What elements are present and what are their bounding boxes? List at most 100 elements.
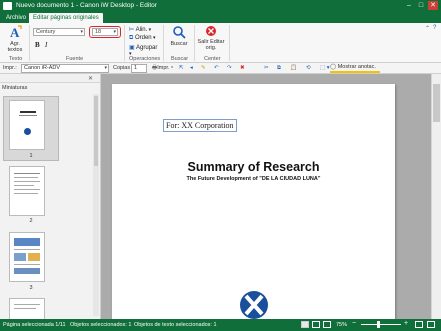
vertical-scrollbar[interactable] [431, 74, 441, 319]
tab-editar-paginas[interactable]: Editar páginas originales [29, 13, 103, 23]
align-button[interactable]: ⊨ Alin. ▾ [129, 26, 159, 33]
cut-icon[interactable]: ✂ [264, 64, 269, 73]
company-logo [240, 291, 268, 319]
document-page: For: XX Corporation Summary of Research … [112, 84, 395, 331]
copies-label: Copias [113, 65, 131, 71]
page-number-1: 1 [29, 153, 33, 159]
view-mode-3-icon[interactable] [323, 321, 331, 328]
copies-stepper[interactable]: 1 [131, 64, 147, 73]
sidebar-scrollbar[interactable] [93, 94, 99, 316]
paste-icon[interactable]: 📋 [290, 64, 297, 73]
for-text-box[interactable]: For: XX Corporation [163, 119, 237, 132]
thumb-image [14, 238, 40, 246]
exit-edit-label: Salir Editar orig. [197, 39, 225, 51]
annotation-icon: ◯ [330, 64, 337, 70]
document-subheading: The Future Development of "DE LA CIUDAD … [186, 176, 321, 182]
zoom-in-icon[interactable]: + [404, 320, 408, 327]
page-number-2: 2 [29, 218, 33, 224]
status-selected-page: Página seleccionada 1/11 [3, 322, 66, 328]
search-button[interactable]: Buscar [168, 25, 190, 53]
thumbnail-page-1[interactable] [9, 100, 45, 150]
chevron-down-icon: ▾ [104, 65, 107, 71]
thumb-line [14, 249, 40, 250]
thumb-line [14, 173, 40, 174]
printer-select[interactable]: Canon iR-ADV ▾ [21, 64, 109, 73]
status-text-objects-selected: Objetos de texto seleccionados: 1 [134, 322, 217, 328]
italic-button[interactable]: I [45, 41, 52, 49]
stamp-icon[interactable]: ⬚ ▾ [320, 64, 330, 73]
redo-icon[interactable]: ↷ [227, 64, 232, 73]
menu-bar: Archivo Editar páginas originales [0, 12, 441, 23]
group-label-operaciones: Operaciones [129, 56, 161, 62]
thumb-line [14, 189, 40, 190]
print-toolbar: Impr.: Canon iR-ADV ▾ Copias 1 🖶Impr. ▾ ⇱… [0, 63, 441, 74]
ribbon: A Agr. textos Texto Century ▾ 18 ▾ B I Fue… [0, 23, 441, 63]
collapse-ribbon-icon[interactable]: ⌃ [425, 25, 432, 32]
zoom-slider[interactable] [361, 324, 401, 325]
zoom-out-icon[interactable]: − [352, 320, 356, 327]
thumb-line [14, 193, 38, 194]
help-icon[interactable]: ? [433, 25, 440, 31]
thumb-line [14, 177, 38, 178]
delete-icon[interactable]: ✖ [240, 64, 245, 73]
group-label-buscar: Buscar [171, 56, 189, 62]
chevron-down-icon: ▾ [113, 29, 116, 35]
bold-button[interactable]: B [35, 41, 42, 49]
thumbnail-page-2[interactable] [9, 166, 45, 216]
thumb-line [20, 111, 36, 113]
group-label-center: Center [204, 56, 221, 62]
add-text-button[interactable]: A Agr. textos [5, 25, 25, 55]
scroll-thumb[interactable] [433, 84, 440, 122]
view-mode-2-icon[interactable] [312, 321, 320, 328]
ribbon-separator [29, 25, 30, 61]
group-button[interactable]: ▣ Agrupar ▾ [129, 44, 159, 57]
align-icon: ⊨ [129, 27, 135, 33]
order-button[interactable]: ⧉ Orden ▾ [129, 35, 159, 42]
close-sidebar-icon[interactable]: ✕ [88, 75, 93, 82]
chevron-down-icon: ▾ [80, 29, 83, 35]
fit-width-icon[interactable] [427, 321, 435, 328]
sidebar-title: Miniaturas [2, 85, 28, 91]
thumbnail-sidebar: ✕ Miniaturas 1 2 3 [0, 74, 101, 319]
group-label-texto: Texto [9, 56, 23, 62]
ribbon-separator [194, 25, 195, 61]
font-family-select[interactable]: Century ▾ [33, 28, 85, 36]
svg-text:A: A [10, 25, 20, 39]
view-mode-1-icon[interactable] [301, 321, 309, 328]
zoom-slider-thumb[interactable] [377, 321, 380, 328]
thumbnail-page-3[interactable] [9, 232, 45, 282]
add-text-label: Agr. textos [7, 41, 23, 53]
edit-icon[interactable]: ✎ [201, 64, 206, 73]
close-button[interactable]: ✕ [428, 1, 438, 10]
title-bar: Nuevo documento 1 - Canon iW Desktop - E… [0, 0, 441, 12]
fit-page-icon[interactable] [415, 321, 423, 328]
font-size-select[interactable]: 18 ▾ [92, 28, 118, 36]
maximize-button[interactable]: □ [416, 1, 426, 10]
print-button[interactable]: 🖶Impr. ▾ [152, 64, 173, 73]
sidebar-header: ✕ [0, 74, 100, 83]
app-icon [3, 2, 12, 10]
scroll-thumb[interactable] [94, 96, 98, 166]
prev-page-icon[interactable]: ◂ [190, 64, 193, 73]
thumbnail-page-4[interactable] [9, 298, 45, 319]
status-bar: Página seleccionada 1/11 Objetos selecci… [0, 319, 441, 331]
thumb-line [14, 181, 40, 182]
document-heading: Summary of Research [187, 160, 320, 174]
minimize-button[interactable]: – [404, 1, 414, 10]
rotate-icon[interactable]: ⟲ [306, 64, 311, 73]
first-page-icon[interactable]: ⇱ [179, 64, 184, 73]
thumb-image [28, 253, 40, 261]
undo-icon[interactable]: ↶ [214, 64, 219, 73]
group-label-fuente: Fuente [66, 56, 84, 62]
page-number-3: 3 [29, 285, 33, 291]
zoom-level: 75% [336, 322, 348, 328]
thumb-image [14, 253, 26, 261]
thumb-line [19, 115, 37, 116]
copy-icon[interactable]: ⧉ [277, 64, 281, 73]
thumb-image [14, 268, 40, 274]
tab-archivo[interactable]: Archivo [2, 13, 30, 23]
printer-label: Impr.: [3, 65, 17, 71]
show-annotations-toggle[interactable]: ◯ Mostrar anotac. [330, 63, 380, 73]
order-icon: ⧉ [129, 35, 134, 41]
exit-edit-button[interactable]: Salir Editar orig. [198, 25, 224, 53]
